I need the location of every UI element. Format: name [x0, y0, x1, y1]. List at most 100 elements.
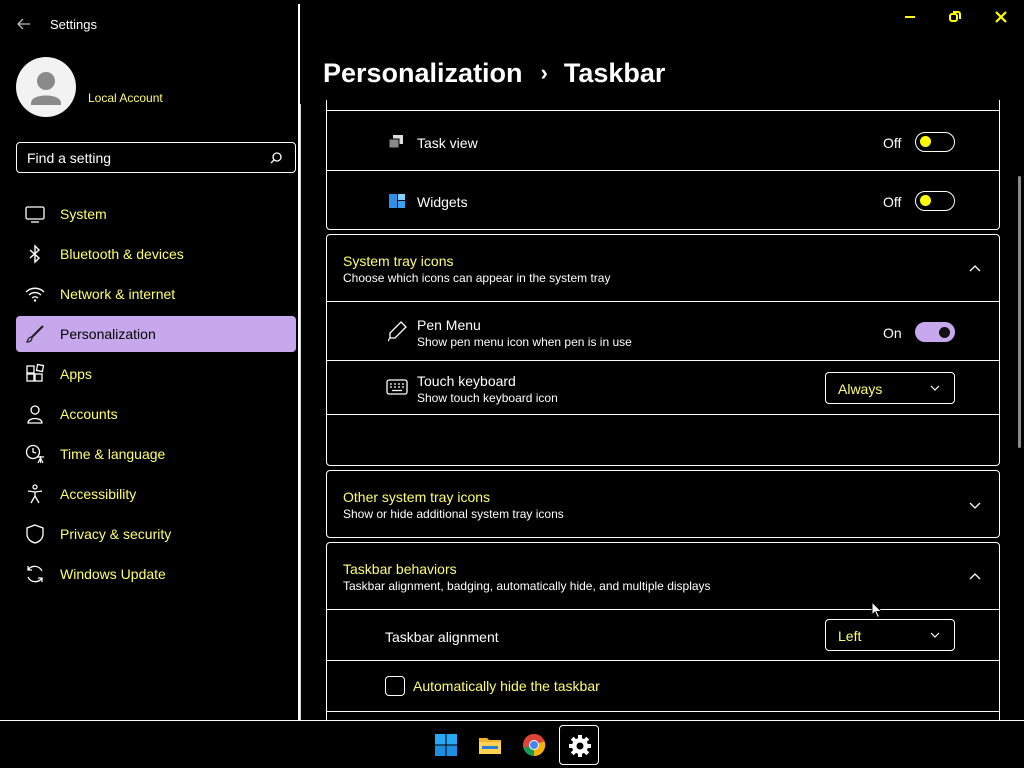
sidebar-nav: System Bluetooth & devices Network & int…	[16, 196, 296, 596]
breadcrumb-separator: ›	[540, 59, 548, 85]
sidebar-item-windows-update[interactable]: Windows Update	[16, 556, 296, 592]
breadcrumb-parent[interactable]: Personalization	[323, 58, 523, 89]
behaviors-title[interactable]: Taskbar behaviors	[343, 561, 457, 577]
behaviors-subtitle: Taskbar alignment, badging, automaticall…	[343, 579, 711, 593]
sidebar-item-label: Privacy & security	[60, 526, 172, 542]
task-view-toggle[interactable]	[915, 132, 955, 152]
widgets-label: Widgets	[417, 194, 468, 210]
chevron-up-icon[interactable]	[969, 263, 981, 275]
shield-icon	[26, 524, 44, 544]
wifi-icon	[25, 287, 45, 302]
sidebar-item-accounts[interactable]: Accounts	[16, 396, 296, 432]
taskbar-alignment-dropdown[interactable]: Left	[825, 619, 955, 651]
breadcrumb: Personalization › Taskbar	[323, 58, 665, 89]
other-tray-subtitle: Show or hide additional system tray icon…	[343, 507, 564, 521]
sidebar-item-label: Bluetooth & devices	[60, 246, 184, 262]
search-input[interactable]: Find a setting	[16, 142, 296, 173]
bluetooth-icon	[29, 244, 41, 264]
touch-keyboard-label: Touch keyboard	[417, 373, 516, 389]
keyboard-icon	[386, 379, 408, 395]
row-divider	[326, 301, 1000, 302]
sidebar-item-label: Time & language	[60, 446, 166, 462]
row-divider	[326, 110, 1000, 111]
sidebar-item-label: Apps	[60, 366, 92, 382]
apps-icon	[26, 363, 45, 382]
sidebar-item-bluetooth[interactable]: Bluetooth & devices	[16, 236, 296, 272]
sidebar-item-label: Accounts	[60, 406, 118, 422]
pen-menu-state: On	[883, 325, 902, 341]
toggle-knob	[920, 136, 931, 147]
windows-taskbar	[0, 720, 1024, 768]
row-divider	[326, 711, 1000, 712]
accessibility-icon	[27, 484, 43, 504]
sidebar-item-network[interactable]: Network & internet	[16, 276, 296, 312]
toggle-knob	[920, 195, 931, 206]
file-explorer-button[interactable]	[470, 725, 510, 765]
row-divider	[326, 660, 1000, 661]
mouse-cursor-icon	[871, 601, 883, 619]
search-placeholder: Find a setting	[27, 150, 112, 166]
sidebar-divider-inner	[300, 104, 301, 720]
avatar	[16, 57, 76, 117]
chevron-down-icon	[930, 385, 940, 391]
auto-hide-checkbox[interactable]	[385, 676, 405, 696]
dropdown-value: Always	[838, 381, 883, 397]
other-tray-title[interactable]: Other system tray icons	[343, 489, 490, 505]
system-tray-subtitle: Choose which icons can appear in the sys…	[343, 271, 611, 285]
touch-keyboard-dropdown[interactable]: Always	[825, 372, 955, 404]
scrollbar[interactable]	[1018, 176, 1021, 448]
chevron-down-icon[interactable]	[969, 499, 981, 511]
folder-icon	[479, 738, 501, 754]
search-icon	[270, 152, 282, 164]
sidebar-item-label: Personalization	[60, 326, 156, 342]
taskbar-items-panel	[326, 100, 1000, 230]
back-arrow-icon	[17, 18, 30, 30]
sidebar-item-apps[interactable]: Apps	[16, 356, 296, 392]
sidebar-item-label: Windows Update	[60, 566, 166, 582]
clock-globe-icon	[25, 444, 44, 464]
sidebar-item-time-language[interactable]: Time & language	[16, 436, 296, 472]
page-title: Taskbar	[563, 58, 666, 88]
sidebar-item-personalization[interactable]: Personalization	[16, 316, 296, 352]
toggle-knob	[939, 327, 950, 338]
pen-icon	[387, 321, 407, 342]
minimize-button[interactable]	[901, 8, 919, 26]
windows-logo-icon	[435, 734, 457, 756]
pen-menu-subtitle: Show pen menu icon when pen is in use	[417, 335, 632, 349]
sidebar-item-system[interactable]: System	[16, 196, 296, 232]
dropdown-value: Left	[838, 628, 862, 644]
chrome-button[interactable]	[514, 725, 554, 765]
pen-menu-label: Pen Menu	[417, 317, 481, 333]
gear-icon	[569, 735, 591, 757]
app-title: Settings	[50, 17, 97, 32]
taskbar-alignment-label: Taskbar alignment	[385, 629, 499, 645]
restore-icon	[949, 11, 961, 22]
row-divider	[326, 170, 1000, 171]
task-view-state: Off	[883, 135, 902, 151]
task-view-icon	[388, 135, 403, 149]
sidebar-item-label: Network & internet	[60, 286, 176, 302]
sidebar-item-privacy[interactable]: Privacy & security	[16, 516, 296, 552]
user-silhouette-icon	[31, 72, 61, 105]
chrome-icon	[523, 733, 546, 757]
row-divider	[326, 360, 1000, 361]
minimize-icon	[905, 16, 915, 18]
sidebar-item-label: Accessibility	[60, 486, 137, 502]
row-divider	[326, 414, 1000, 415]
account-name: Local Account	[88, 91, 163, 105]
settings-app-button[interactable]	[559, 725, 599, 765]
sidebar-item-accessibility[interactable]: Accessibility	[16, 476, 296, 512]
system-tray-title[interactable]: System tray icons	[343, 253, 453, 269]
start-button[interactable]	[426, 725, 466, 765]
auto-hide-label[interactable]: Automatically hide the taskbar	[413, 678, 600, 694]
task-view-label: Task view	[417, 135, 478, 151]
brush-icon	[26, 325, 44, 343]
back-button[interactable]	[14, 14, 34, 34]
close-icon	[995, 11, 1007, 23]
restore-button[interactable]	[946, 8, 964, 26]
widgets-toggle[interactable]	[915, 191, 955, 211]
close-button[interactable]	[992, 8, 1010, 26]
chevron-up-icon[interactable]	[969, 571, 981, 583]
pen-menu-toggle[interactable]	[915, 322, 955, 342]
update-icon	[27, 565, 43, 583]
